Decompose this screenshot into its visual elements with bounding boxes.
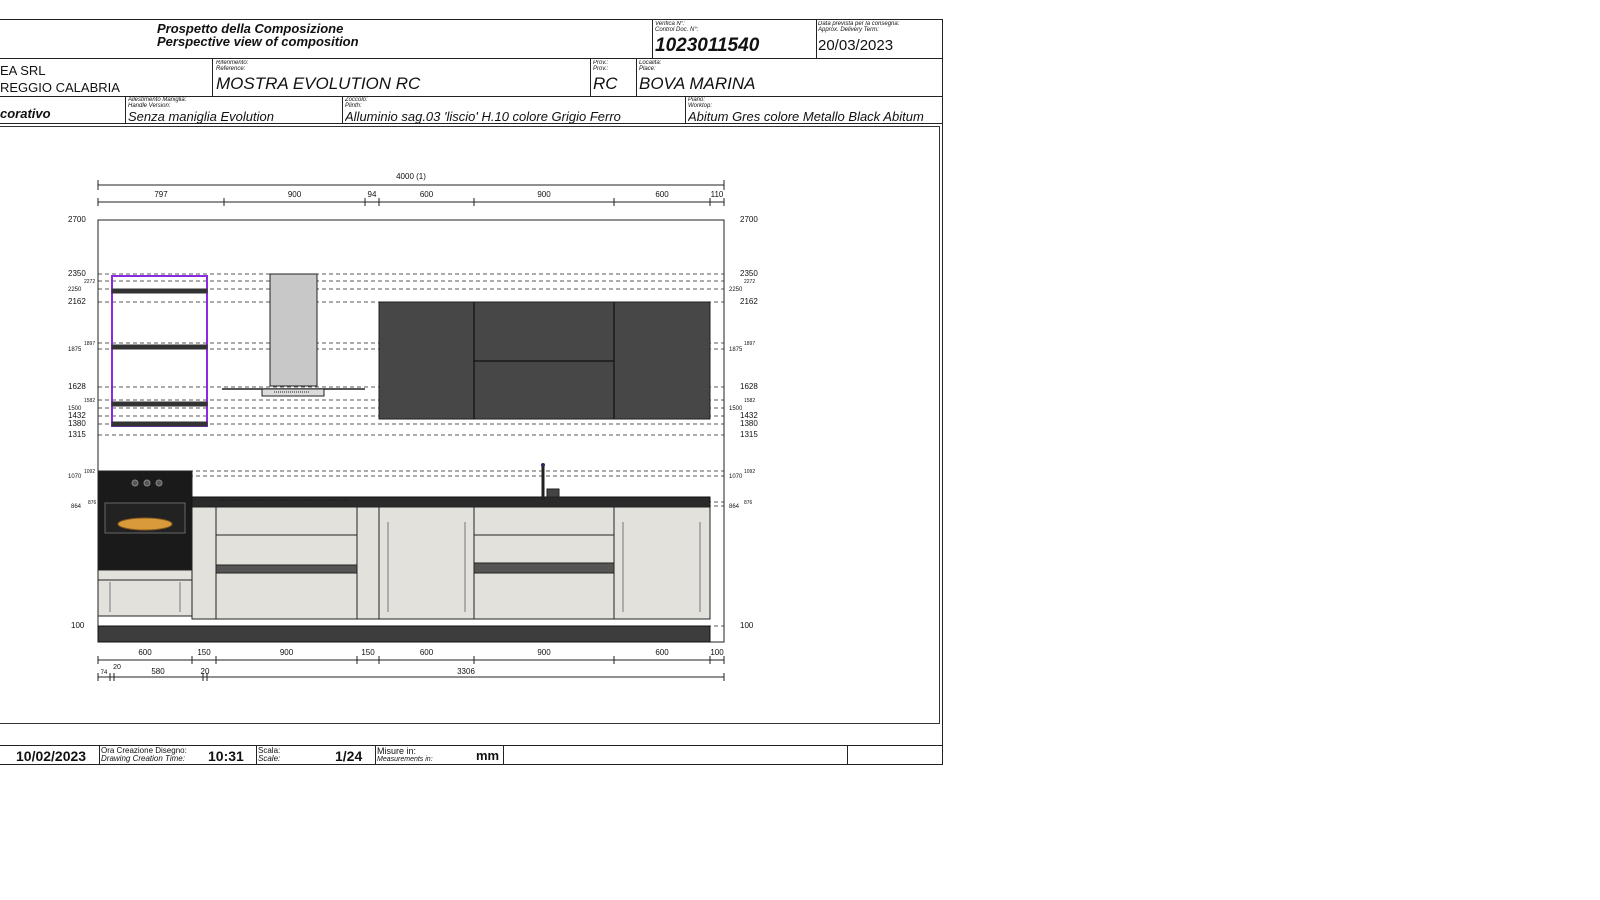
bottom-dimension-label: 150 [361,648,375,657]
measure-unit: mm [476,748,500,763]
right-level-label: 2162 [740,297,758,306]
shelf-board [111,421,208,427]
oven-knob [131,479,139,487]
top-dimension-label: 600 [655,190,669,199]
right-level-label: 2700 [740,215,758,224]
right-level-label: 1897 [744,341,755,347]
sub-dimension-label: 580 [151,667,165,676]
top-dimension-label: 900 [537,190,551,199]
bottom-dimension-label: 900 [537,648,551,657]
left-level-label: 1380 [68,419,86,428]
shelf-board [111,344,208,350]
drawer-handle-groove [215,564,358,574]
right-level-label: 876 [744,500,753,506]
left-level-label: 2350 [68,269,86,278]
top-dimension-label: 797 [154,190,168,199]
faucet-lever-icon [546,488,560,498]
faucet-handle-icon [541,463,545,467]
right-level-label: 1070 [729,474,743,480]
oven-knob [143,479,151,487]
base-cabinet [613,506,711,620]
worktop [191,496,711,508]
left-level-label: 1875 [68,347,82,353]
plinth [97,625,711,643]
right-level-label: 1628 [740,382,758,391]
drawing-time: 10:31 [208,748,244,764]
base-drawer [97,579,193,617]
drawing-sheet: Prospetto della Composizione Perspective… [0,0,943,765]
left-level-label: 2272 [84,279,95,285]
divider [256,745,257,764]
measure-label-it: Misure in: [377,747,417,756]
scale-value: 1/24 [335,748,363,764]
left-level-label: 100 [71,621,85,630]
left-level-label: 2162 [68,297,86,306]
sub-dimension-label: 3306 [457,667,475,676]
right-level-label: 864 [729,504,740,510]
base-cabinet [356,506,380,620]
scale-label-en: Scale: [258,754,281,763]
left-level-label: 1582 [84,398,95,404]
right-level-label: 1315 [740,430,758,439]
left-level-label: 2250 [68,287,82,293]
divider [99,745,100,764]
sub-dimension-label: 20 [113,664,121,671]
right-level-label: 100 [740,621,754,630]
divider [375,745,376,764]
left-level-label: 1315 [68,430,86,439]
right-level-label: 2272 [744,279,755,285]
oven-knob [155,479,163,487]
right-level-label: 1092 [744,469,755,475]
right-level-label: 1380 [740,419,758,428]
top-dimension-label: 94 [368,190,377,199]
divider [0,764,943,765]
time-label: Ora Creazione Disegno: Drawing Creation … [101,747,201,764]
left-level-label: 1628 [68,382,86,391]
overall-width-label: 4000 (1) [396,172,426,181]
divider [0,745,943,746]
top-dimension-label: 900 [288,190,302,199]
drawer-front [215,534,358,566]
measure-label: Misure in: Measurements in: [377,747,467,764]
top-dimension-label: 600 [420,190,434,199]
bottom-dimension-label: 900 [280,648,294,657]
drawer-handle-groove [473,562,615,574]
drawing-date: 10/02/2023 [16,748,87,764]
drawer-front [473,534,615,564]
left-level-label: 864 [71,504,82,510]
right-level-label: 2250 [729,287,743,293]
bottom-dimension-label: 600 [655,648,669,657]
kitchen-elevation-drawing: 4000 (1) 797 900 94 600 900 600 110 2700 2700 2350… [68,172,758,681]
hood-chimney [269,273,318,387]
shelf-board [111,401,208,407]
left-level-label: 1897 [84,341,95,347]
left-level-label: 2700 [68,215,86,224]
right-level-label: 1582 [744,398,755,404]
left-level-label: 1070 [68,474,82,480]
base-cabinet [378,506,475,620]
oven-plinth-spacer [97,569,193,581]
bottom-dimension-label: 150 [197,648,211,657]
top-dimension-label: 110 [711,190,724,199]
pizza-icon [117,517,173,531]
bottom-dimension-label: 600 [138,648,152,657]
bottom-dimension-label: 100 [710,648,724,657]
measure-label-en: Measurements in: [377,756,433,763]
divider [503,745,504,764]
right-level-label: 1875 [729,347,743,353]
base-cabinet [191,506,217,620]
right-level-label: 2350 [740,269,758,278]
sub-dimension-label: 20 [201,667,210,676]
shelf-board [111,288,208,294]
bottom-dimension-label: 600 [420,648,434,657]
sub-dimension-label: 74 [101,670,108,676]
scale-label: Scala: Scale: [258,747,298,764]
left-level-label: 876 [88,500,97,506]
left-level-label: 1092 [84,469,95,475]
divider [847,745,848,764]
time-label-en: Drawing Creation Time: [101,754,185,763]
